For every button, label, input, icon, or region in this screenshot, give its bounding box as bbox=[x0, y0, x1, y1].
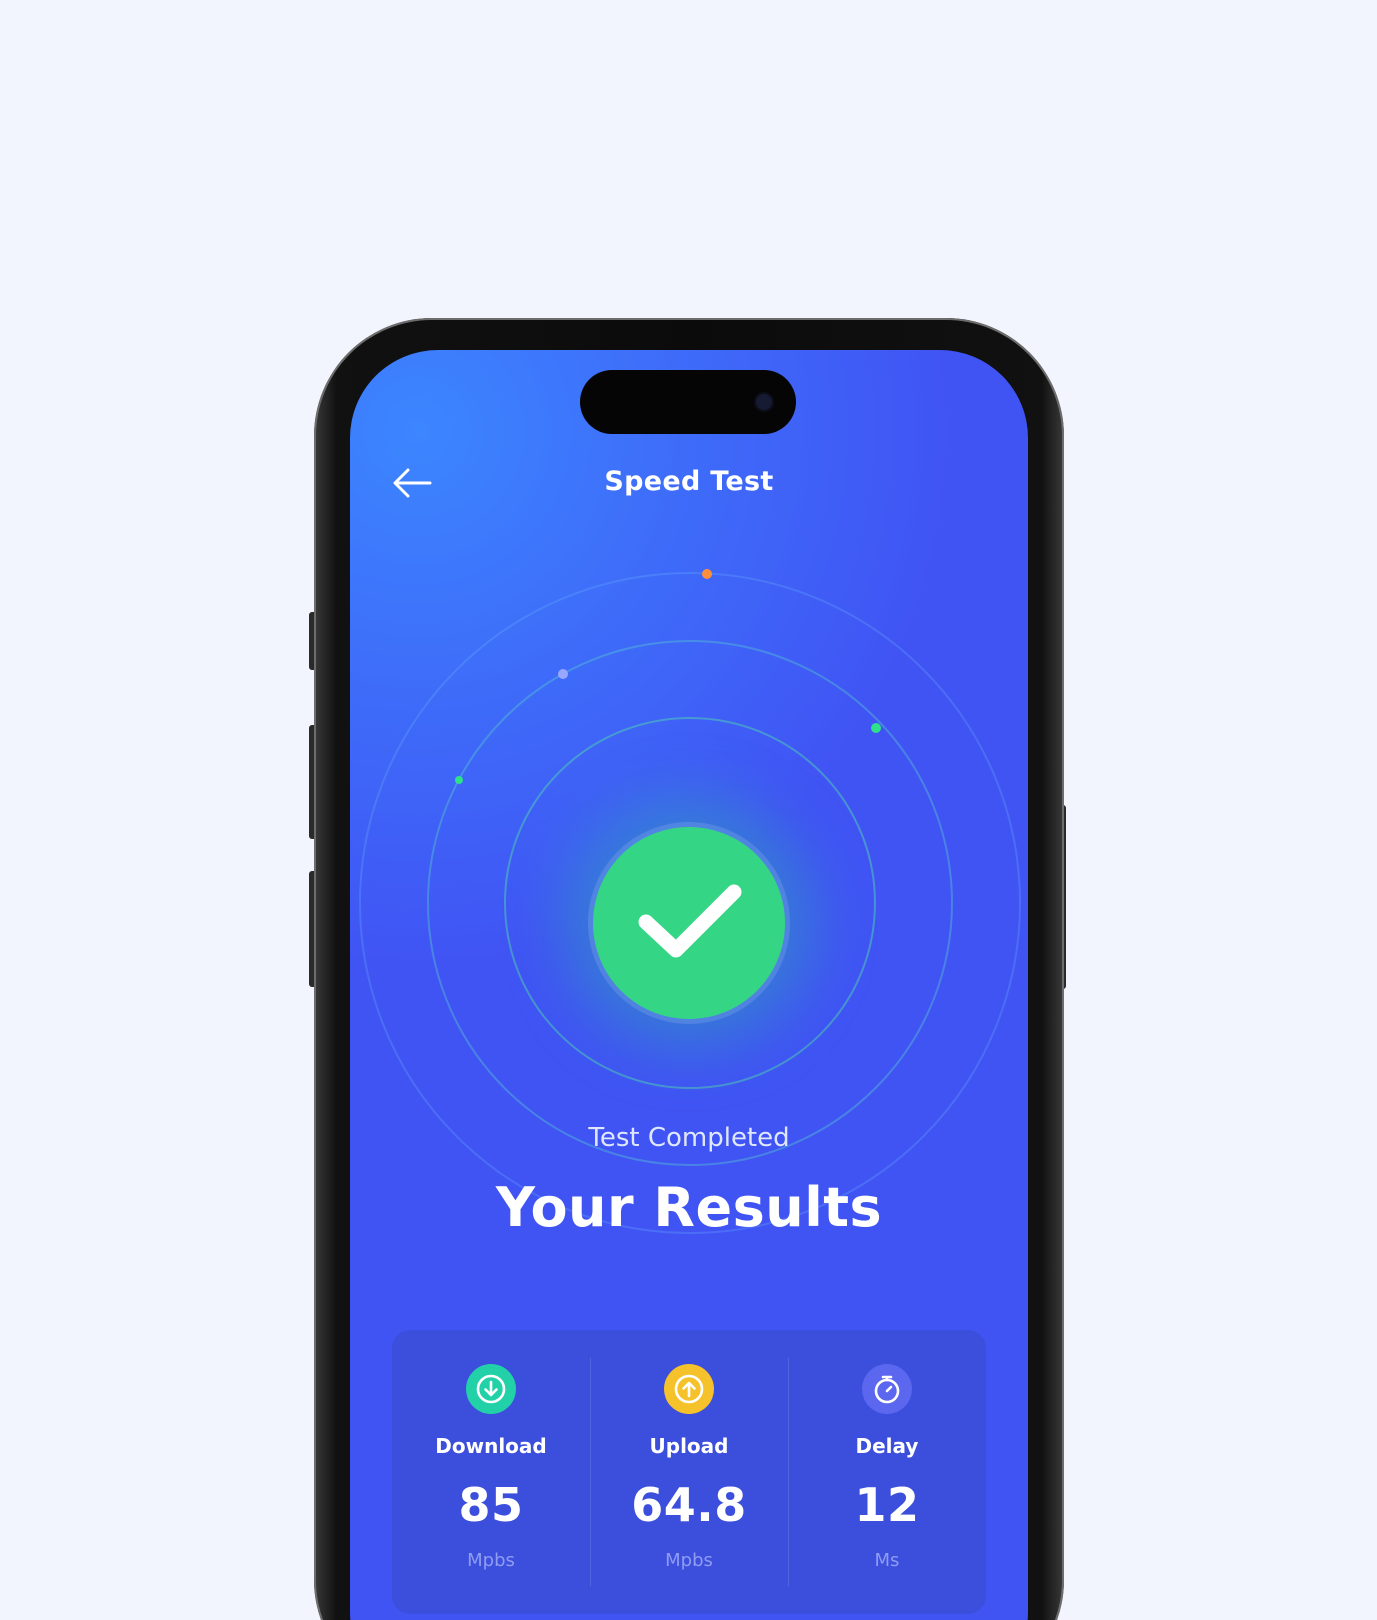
results-heading: Your Results bbox=[495, 1176, 883, 1239]
download-icon bbox=[466, 1364, 516, 1414]
stopwatch-icon bbox=[862, 1364, 912, 1414]
metric-value: 64.8 bbox=[631, 1478, 747, 1532]
status-subtitle: Test Completed bbox=[588, 1123, 790, 1153]
metric-unit: Ms bbox=[874, 1550, 900, 1571]
results-card: Download 85 Mpbs Upload 64.8 Mpbs Delay … bbox=[392, 1330, 986, 1614]
dynamic-island bbox=[580, 370, 796, 434]
radar-dot-green-left bbox=[455, 776, 463, 784]
radar-dot-lavender bbox=[558, 669, 568, 679]
phone-screen: Speed Test Test Completed Your Results D… bbox=[350, 350, 1028, 1620]
showcase-canvas: Speed Test Test Completed Your Results D… bbox=[0, 0, 1377, 1620]
metric-label: Upload bbox=[649, 1434, 729, 1458]
metric-unit: Mpbs bbox=[467, 1550, 515, 1571]
radar-dot-green-right bbox=[871, 723, 881, 733]
radar-dot-orange bbox=[702, 569, 712, 579]
checkmark-icon bbox=[638, 884, 742, 958]
metric-delay: Delay 12 Ms bbox=[788, 1330, 986, 1614]
metric-value: 12 bbox=[854, 1478, 920, 1532]
success-badge bbox=[593, 827, 785, 1019]
metric-unit: Mpbs bbox=[665, 1550, 713, 1571]
metric-label: Delay bbox=[855, 1434, 919, 1458]
front-camera bbox=[756, 394, 772, 410]
page-title: Speed Test bbox=[604, 466, 774, 497]
upload-icon bbox=[664, 1364, 714, 1414]
metric-value: 85 bbox=[458, 1478, 524, 1532]
metric-upload: Upload 64.8 Mpbs bbox=[590, 1330, 788, 1614]
metric-download: Download 85 Mpbs bbox=[392, 1330, 590, 1614]
metric-label: Download bbox=[435, 1434, 547, 1458]
